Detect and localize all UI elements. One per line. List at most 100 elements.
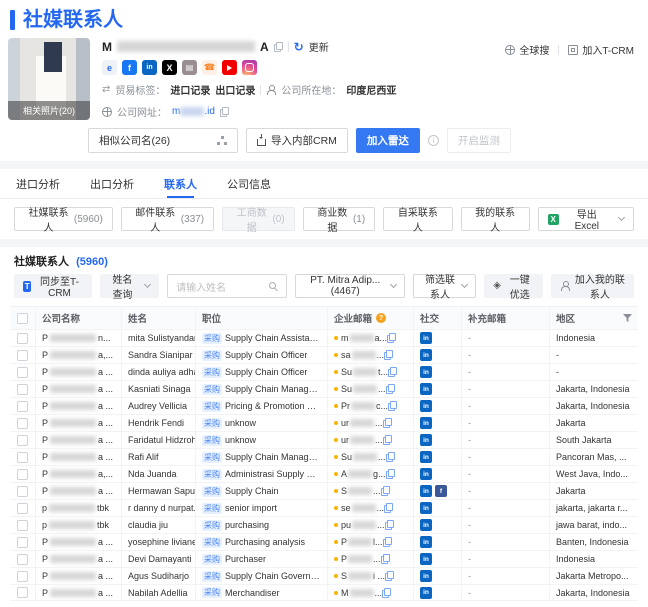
copy-icon[interactable] [384,503,394,513]
company-redacted [50,470,97,478]
export-records-link[interactable]: 出口记录 [215,82,255,97]
instagram-icon[interactable] [242,60,257,75]
export-excel-button[interactable]: 导出 Excel [537,207,634,232]
copy-icon[interactable] [380,486,390,496]
tab-company-info[interactable]: 公司信息 [227,169,271,198]
linkedin-icon[interactable]: in [420,332,432,344]
name-cell: Hermawan Sapu... [122,483,196,499]
copy-icon[interactable] [219,106,229,117]
similar-companies-button[interactable]: 相似公司名(26) [88,128,238,153]
linkedin-icon[interactable]: in [420,383,432,395]
refresh-icon[interactable]: ↻ [294,41,304,53]
update-button[interactable]: 更新 [309,39,329,54]
linkedin-icon[interactable]: in [420,519,432,531]
copy-icon[interactable] [385,571,395,581]
email-suffix: ... [374,587,383,598]
row-checkbox[interactable] [17,366,28,378]
company-filter-dropdown[interactable]: PT. Mitra Adip...(4467) [294,274,405,298]
copy-icon[interactable] [382,418,392,428]
row-checkbox[interactable] [17,502,28,514]
row-checkbox[interactable] [17,485,28,497]
name-search-input[interactable]: 请输入姓名 [167,274,287,298]
linkedin-icon[interactable]: in [420,536,432,548]
filter-commercial-data[interactable]: 商业数据 (1) [302,207,376,234]
tab-import-analysis[interactable]: 进口分析 [16,169,60,198]
facebook-icon[interactable] [122,60,137,75]
help-icon[interactable] [376,313,387,323]
quick-select-button[interactable]: 一键优选 [484,274,543,301]
linkedin-icon[interactable]: in [420,434,432,446]
info-icon[interactable] [427,135,439,146]
row-checkbox[interactable] [17,332,28,344]
row-checkbox[interactable] [17,519,28,531]
copy-icon[interactable] [388,401,398,411]
linkedin-icon[interactable]: in [420,349,432,361]
select-all-checkbox[interactable] [17,312,28,324]
name-query-dropdown[interactable]: 姓名查询 [99,274,160,301]
sync-tcrm-button[interactable]: 同步至T-CRM [14,274,92,299]
import-records-link[interactable]: 进口记录 [170,82,210,97]
copy-icon[interactable] [384,520,394,530]
linkedin-icon[interactable]: in [420,451,432,463]
tab-contacts[interactable]: 联系人 [164,169,197,198]
copy-icon[interactable] [384,350,394,360]
global-search-button[interactable]: 全球搜 [505,42,549,57]
divider [287,41,289,52]
import-crm-button[interactable]: 导入内部CRM [246,128,348,153]
add-my-contacts-button[interactable]: 加入我的联系人 [550,274,634,301]
copy-icon[interactable] [385,452,395,462]
tab-export-analysis[interactable]: 出口分析 [90,169,134,198]
row-checkbox[interactable] [17,349,28,361]
linkedin-icon[interactable]: in [420,570,432,582]
copy-icon[interactable] [273,41,283,52]
filter-contacts-dropdown[interactable]: 筛选联系人 [412,274,477,301]
row-checkbox[interactable] [17,570,28,582]
filter-email-contacts[interactable]: 邮件联系人 (337) [120,207,215,234]
linkedin-icon[interactable]: in [420,485,432,497]
blog-icon[interactable] [182,60,197,75]
linkedin-icon[interactable]: in [420,586,432,599]
website-icon[interactable] [102,60,117,75]
copy-icon[interactable] [382,587,392,598]
linkedin-icon[interactable] [142,60,157,75]
copy-icon[interactable] [382,537,392,547]
x-icon[interactable] [162,60,177,75]
row-checkbox[interactable] [17,417,28,429]
company-redacted [50,334,97,342]
filter-business-registry-data[interactable]: 工商数据 (0) [222,207,295,234]
row-checkbox[interactable] [17,400,28,412]
row-checkbox[interactable] [17,536,28,548]
row-checkbox[interactable] [17,553,28,565]
copy-icon[interactable] [382,435,392,445]
linkedin-icon[interactable]: in [420,400,432,412]
filter-funnel-icon[interactable] [623,313,632,323]
facebook-icon[interactable]: f [435,485,447,497]
join-tcrm-button[interactable]: 加入T-CRM [568,42,634,57]
linkedin-icon[interactable]: in [420,417,432,429]
row-checkbox[interactable] [17,587,28,598]
row-checkbox[interactable] [17,383,28,395]
phone-icon[interactable] [202,60,217,75]
row-checkbox[interactable] [17,468,28,480]
website-link[interactable]: m .id [172,106,215,117]
row-checkbox[interactable] [17,434,28,446]
copy-icon[interactable] [385,384,395,394]
filter-my-contacts[interactable]: 我的联系人 [460,207,530,234]
copy-icon[interactable] [388,367,398,377]
import-crm-label: 导入内部CRM [271,135,337,147]
linkedin-icon[interactable]: in [420,502,432,514]
related-photos-thumbnail[interactable]: 相关照片(20) [8,38,90,120]
copy-icon[interactable] [380,554,390,564]
linkedin-icon[interactable]: in [420,366,432,378]
start-monitor-button[interactable]: 开启监测 [446,128,511,153]
linkedin-icon[interactable]: in [420,468,432,480]
copy-icon[interactable] [387,333,397,343]
copy-icon[interactable] [385,469,395,479]
filter-self-collected-contacts[interactable]: 自采联系人 [383,207,453,234]
linkedin-icon[interactable]: in [420,553,432,565]
name-cell: yosephine liviane [122,534,196,550]
add-radar-button[interactable]: 加入雷达 [355,128,420,153]
filter-social-contacts[interactable]: 社媒联系人 (5960) [14,207,113,234]
youtube-icon[interactable] [222,60,237,75]
row-checkbox[interactable] [17,451,28,463]
